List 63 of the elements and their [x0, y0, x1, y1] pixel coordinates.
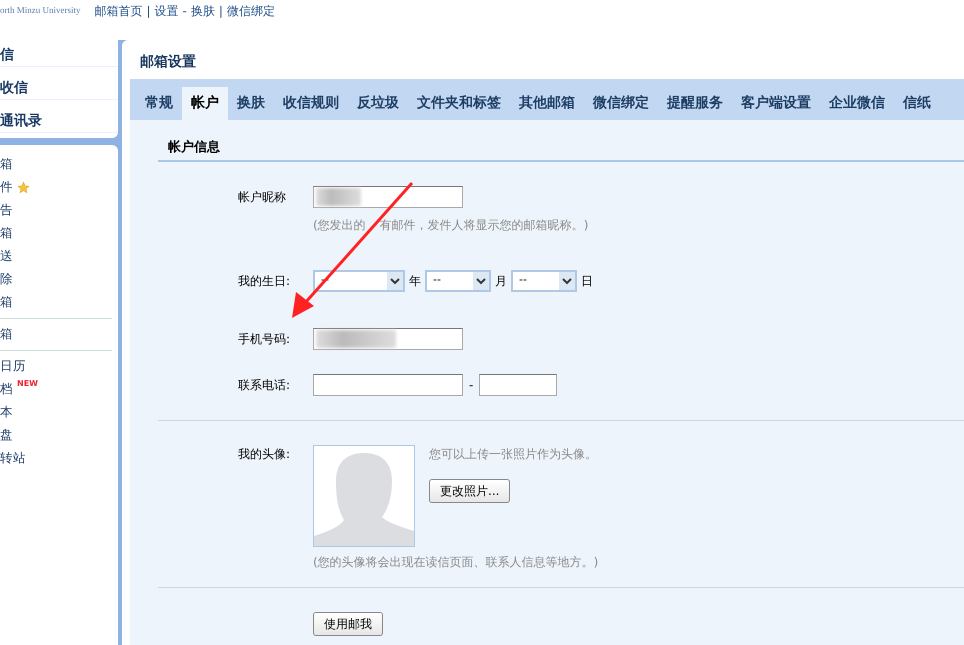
folder-link[interactable]: 盘 — [0, 426, 13, 445]
input-field[interactable] — [313, 186, 463, 208]
input-field[interactable] — [313, 374, 463, 396]
input-field[interactable] — [313, 328, 463, 350]
folder-link[interactable]: 档 — [0, 380, 13, 399]
chevron-down-icon — [473, 272, 489, 290]
date-unit: 年 — [409, 272, 421, 290]
settings-tab[interactable]: 客户端设置 — [732, 87, 820, 120]
header-link[interactable]: 换肤 — [190, 2, 215, 20]
redaction-blur — [316, 188, 361, 206]
settings-tab[interactable]: 换肤 — [228, 87, 274, 120]
folder-link[interactable]: 日历 — [0, 357, 26, 376]
date-unit: 月 — [495, 272, 507, 290]
quick-action-link[interactable]: 通讯录 — [0, 110, 118, 133]
header-link[interactable]: 微信绑定 — [226, 2, 275, 20]
header-link[interactable]: 邮箱首页 — [94, 2, 142, 20]
settings-tab[interactable]: 企业微信 — [820, 87, 894, 120]
section-title: 帐户信息 — [158, 138, 964, 162]
settings-tab[interactable]: 文件夹和标签 — [408, 87, 510, 120]
new-label: NEW — [17, 378, 38, 390]
folder-link[interactable]: 箱 — [0, 224, 13, 243]
panel-title: 邮箱设置 — [139, 53, 197, 72]
hint-text: (您的头像将会出现在读信页面、联系人信息等地方。) — [313, 554, 598, 570]
link-separator: | — [218, 3, 223, 20]
folder-link[interactable]: 本 — [0, 403, 13, 422]
folder-link[interactable]: 告 — [0, 201, 13, 220]
folder-link[interactable]: 转站 — [0, 449, 26, 468]
change-photo-button[interactable]: 更改照片... — [429, 478, 510, 502]
settings-tab[interactable]: 帐户 — [182, 87, 228, 120]
link-separator: - — [182, 3, 187, 20]
settings-tab[interactable]: 其他邮箱 — [510, 87, 584, 120]
save-button[interactable]: 使用邮我 — [313, 612, 383, 636]
hint-text: 您可以上传一张照片作为头像。 — [429, 446, 597, 462]
folder-link[interactable]: 除 — [0, 270, 13, 289]
folder-link[interactable]: 箱 — [0, 325, 13, 344]
hint-text: (您发出的 — [313, 216, 366, 234]
field-label: 手机号码: — [237, 330, 292, 348]
folder-link[interactable]: 箱 — [0, 293, 13, 312]
date-unit: 日 — [581, 272, 593, 290]
date-select[interactable]: -- — [511, 270, 577, 292]
settings-tab[interactable]: 微信绑定 — [584, 87, 658, 120]
input-field[interactable] — [479, 374, 558, 396]
settings-tab[interactable]: 常规 — [136, 87, 182, 120]
header-link[interactable]: 设置 — [154, 2, 179, 20]
date-select[interactable]: -- — [425, 270, 491, 292]
folder-link[interactable]: 件 — [0, 178, 13, 197]
settings-tab[interactable]: 提醒服务 — [658, 87, 732, 120]
folder-link[interactable]: 送 — [0, 247, 13, 266]
hint-text: 有邮件，发件人将显示您的邮箱昵称。) — [380, 216, 588, 234]
folder-link[interactable]: 箱 — [0, 155, 13, 174]
chevron-down-icon — [387, 272, 403, 290]
link-separator: | — [146, 3, 151, 20]
chevron-down-icon — [559, 272, 575, 290]
settings-tab[interactable]: 反垃圾 — [348, 87, 408, 120]
field-separator: - — [469, 376, 474, 394]
settings-tab[interactable]: 信纸 — [894, 87, 940, 120]
quick-action-link[interactable]: 收信 — [0, 78, 118, 100]
logo-text: orth Minzu University — [0, 4, 80, 17]
field-label: 我的生日: — [237, 272, 292, 290]
field-label: 联系电话: — [237, 376, 292, 394]
field-label: 帐户昵称 — [237, 188, 287, 206]
field-label: 我的头像: — [237, 446, 292, 462]
settings-tab[interactable]: 收信规则 — [274, 87, 348, 120]
